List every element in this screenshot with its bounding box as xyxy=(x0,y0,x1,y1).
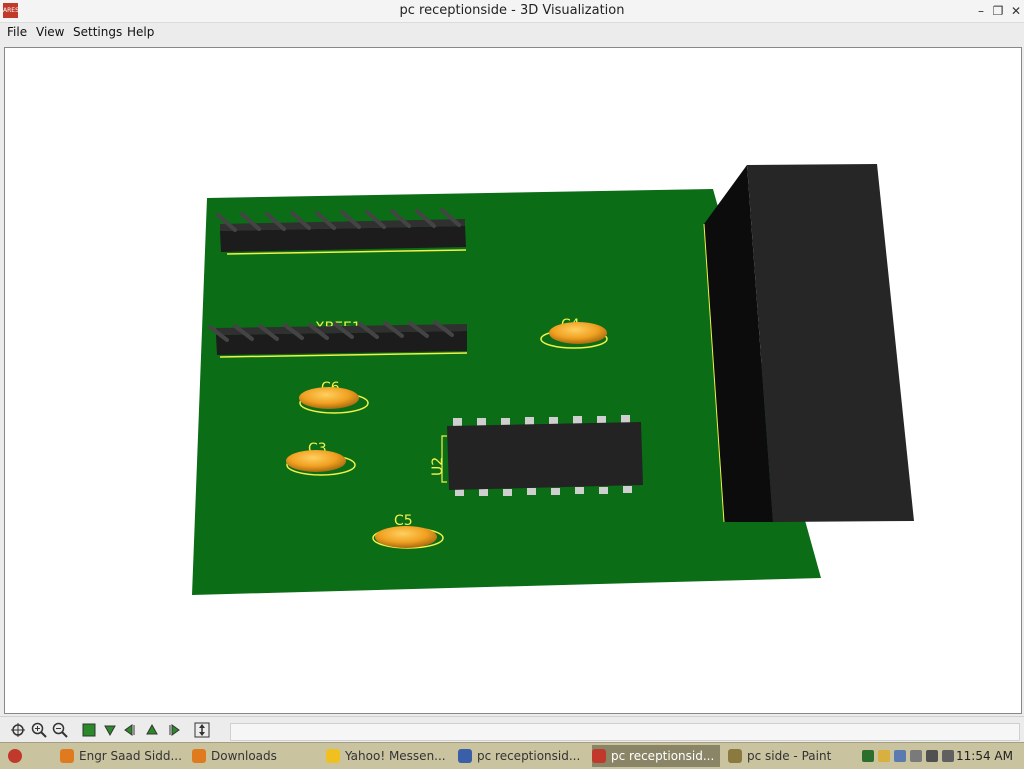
ic-u2: U2 xyxy=(430,415,643,496)
tray-volume-icon[interactable] xyxy=(926,750,938,762)
main-window: ARES pc receptionside - 3D Visualization… xyxy=(0,0,1024,743)
view-board-icon[interactable] xyxy=(81,722,97,738)
taskbar-item-label: Downloads xyxy=(211,749,277,763)
taskbar-clock[interactable]: 11:54 AM xyxy=(956,749,1013,763)
isis-icon xyxy=(458,749,472,763)
menu-bar: File View Settings Help xyxy=(0,22,1024,42)
start-button[interactable] xyxy=(8,745,36,767)
rotate-left-icon[interactable] xyxy=(123,722,139,738)
view-up-icon[interactable] xyxy=(144,722,160,738)
pan-icon[interactable] xyxy=(10,722,26,738)
taskbar-item-label: Engr Saad Sidd... xyxy=(79,749,182,763)
tray-network-icon[interactable] xyxy=(862,750,874,762)
zoom-out-icon[interactable] xyxy=(52,722,68,738)
minimize-icon[interactable]: – xyxy=(973,3,989,19)
taskbar-item-firefox-1[interactable]: Engr Saad Sidd... xyxy=(60,745,188,767)
close-icon[interactable]: ✕ xyxy=(1008,3,1024,19)
menu-settings[interactable]: Settings xyxy=(73,25,122,39)
paint-icon xyxy=(728,749,742,763)
tray-security-icon[interactable] xyxy=(910,750,922,762)
window-title: pc receptionside - 3D Visualization xyxy=(399,3,625,18)
tray-battery-icon[interactable] xyxy=(942,750,954,762)
firefox-icon xyxy=(60,749,74,763)
toggle-icon[interactable] xyxy=(194,722,210,738)
taskbar-item-ares-active[interactable]: pc receptionsid... xyxy=(592,745,720,767)
zoom-in-icon[interactable] xyxy=(31,722,47,738)
taskbar-item-label: Yahoo! Messen... xyxy=(345,749,446,763)
taskbar-item-label: pc receptionsid... xyxy=(611,749,715,763)
status-field xyxy=(230,723,1020,741)
tray-folder-icon[interactable] xyxy=(878,750,890,762)
view-toolbar xyxy=(0,716,1024,743)
rotate-right-icon[interactable] xyxy=(165,722,181,738)
taskbar-item-paint[interactable]: pc side - Paint xyxy=(728,745,848,767)
pcb-scene[interactable]: XBEE1 C4 xyxy=(5,48,1021,713)
firefox-icon xyxy=(192,749,206,763)
tray-display-icon[interactable] xyxy=(894,750,906,762)
taskbar-item-yahoo-messenger[interactable]: Yahoo! Messen... xyxy=(326,745,454,767)
menu-help[interactable]: Help xyxy=(127,25,154,39)
taskbar-item-downloads[interactable]: Downloads xyxy=(192,745,320,767)
taskbar: Engr Saad Sidd... Downloads Yahoo! Messe… xyxy=(0,742,1024,769)
taskbar-item-label: pc receptionsid... xyxy=(477,749,581,763)
menu-view[interactable]: View xyxy=(36,25,64,39)
start-icon xyxy=(8,749,22,763)
3d-viewport[interactable]: XBEE1 C4 xyxy=(4,47,1022,714)
connector-block xyxy=(703,164,914,523)
title-bar: ARES pc receptionside - 3D Visualization… xyxy=(0,0,1024,23)
taskbar-item-isis[interactable]: pc receptionsid... xyxy=(458,745,586,767)
view-down-icon[interactable] xyxy=(102,722,118,738)
menu-file[interactable]: File xyxy=(7,25,27,39)
restore-icon[interactable]: ❐ xyxy=(990,3,1006,19)
label-u2: U2 xyxy=(430,457,446,476)
yahoo-messenger-icon xyxy=(326,749,340,763)
ares-icon xyxy=(592,749,606,763)
taskbar-item-label: pc side - Paint xyxy=(747,749,832,763)
